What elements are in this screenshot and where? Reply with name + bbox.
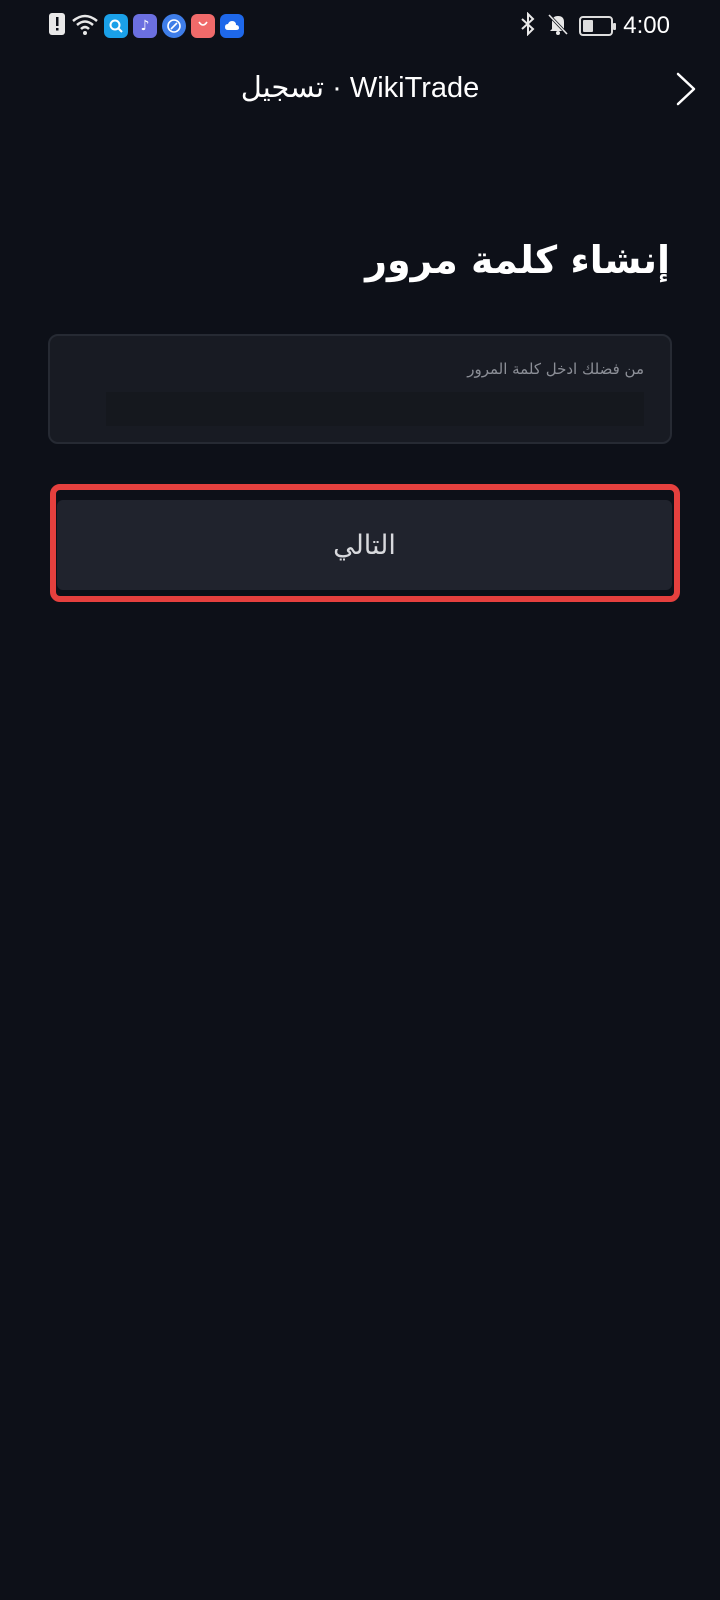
battery-fill [583, 20, 594, 32]
search-app-icon [104, 14, 128, 38]
back-button[interactable] [664, 68, 704, 108]
password-field-label: من فضلك ادخل كلمة المرور [467, 360, 644, 378]
music-app-icon: ♪ [133, 14, 157, 38]
next-button[interactable]: التالي [57, 500, 672, 590]
cloud-app-icon [220, 14, 244, 38]
shop-app-icon [191, 14, 215, 38]
password-input[interactable] [106, 392, 644, 426]
password-field-container[interactable]: من فضلك ادخل كلمة المرور [48, 334, 672, 444]
app-header: تسجيل · WikiTrade [0, 62, 720, 114]
page-title: إنشاء كلمة مرور [365, 238, 670, 282]
chevron-right-icon [664, 72, 704, 112]
clock: 4:00 [623, 12, 670, 39]
status-bar-right-icons: 4:00 [519, 11, 670, 40]
battery-icon [579, 16, 617, 36]
browser-app-icon [162, 14, 186, 38]
wifi-icon [71, 12, 99, 40]
status-bar-left-icons: ♪ [48, 12, 244, 40]
alert-icon [48, 12, 66, 40]
header-title: تسجيل · WikiTrade [240, 72, 480, 104]
bluetooth-icon [519, 11, 537, 40]
status-bar: ♪ 4:00 [0, 0, 720, 48]
bell-off-icon [547, 12, 569, 40]
